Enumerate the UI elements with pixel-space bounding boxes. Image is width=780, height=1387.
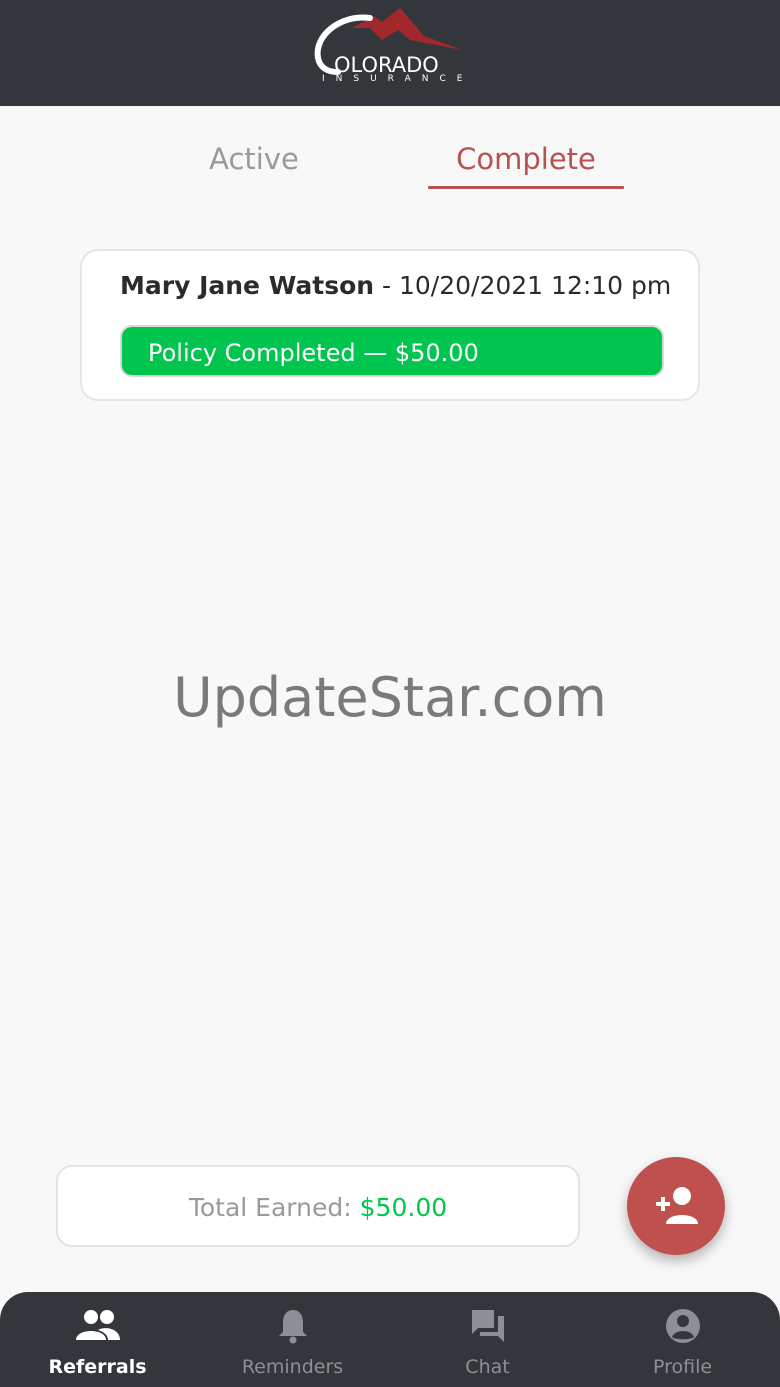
referral-card[interactable]: Mary Jane Watson - 10/20/2021 12:10 pm P… [80,249,700,401]
brand-logo: OLORADO INSURANCE [312,6,472,88]
nav-label-chat: Chat [465,1356,510,1378]
add-referral-button[interactable] [627,1157,725,1255]
chat-bubbles-icon [471,1310,504,1342]
nav-label-referrals: Referrals [48,1356,147,1378]
nav-item-referrals[interactable]: Referrals [0,1292,195,1387]
app-header: OLORADO INSURANCE [0,0,780,106]
total-earned-value: $50.00 [359,1193,448,1222]
total-earned-box: Total Earned: $50.00 [56,1165,580,1247]
referral-title: Mary Jane Watson - 10/20/2021 12:10 pm [120,271,671,300]
people-icon [75,1310,120,1340]
nav-item-profile[interactable]: Profile [585,1292,780,1387]
referral-name: Mary Jane Watson [120,271,375,300]
tab-selected-indicator [428,186,624,189]
status-badge: Policy Completed — $50.00 [120,325,664,377]
referral-separator: - [374,271,399,300]
nav-item-reminders[interactable]: Reminders [195,1292,390,1387]
total-earned-row: Total Earned: $50.00 [58,1193,578,1222]
nav-label-reminders: Reminders [241,1356,344,1378]
referral-datetime: 10/20/2021 12:10 pm [399,271,672,300]
status-text: Policy Completed — $50.00 [148,339,479,367]
nav-label-profile: Profile [652,1356,713,1378]
referral-tabs: Active Complete [0,106,780,202]
logo-subtitle: INSURANCE [322,74,474,84]
watermark-text: UpdateStar.com [173,666,607,729]
nav-item-chat[interactable]: Chat [390,1292,585,1387]
bottom-navigation: Referrals Reminders Chat Profile [0,1292,780,1387]
add-person-icon [656,1187,698,1224]
total-earned-label: Total Earned: [188,1193,352,1222]
bell-icon [278,1310,307,1344]
tab-complete[interactable]: Complete [428,142,624,176]
account-circle-icon [665,1309,700,1343]
tab-active[interactable]: Active [154,142,354,176]
